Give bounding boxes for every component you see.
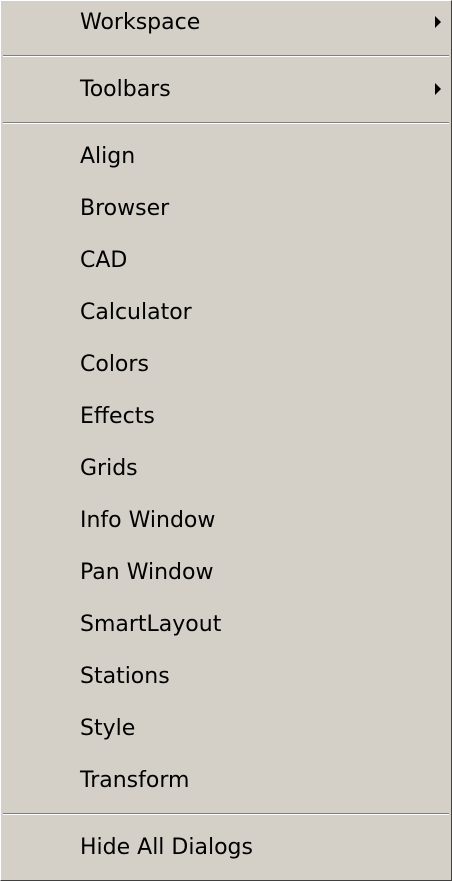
menu-separator [3,55,449,57]
menu-separator [3,122,449,124]
menu-item-info-window[interactable]: Info Window [1,495,451,547]
menu-item-label: Browser [80,196,170,221]
menu-item-label: CAD [80,248,128,273]
menu-item-cad[interactable]: CAD [1,235,451,287]
menu-item-label: Effects [80,404,155,429]
menu-item-label: Stations [80,664,170,689]
menu-item-label: Grids [80,456,138,481]
menu-item-stations[interactable]: Stations [1,651,451,703]
menu-item-label: Calculator [80,300,192,325]
context-menu: Workspace Toolbars Align Browser CAD Cal… [0,0,452,881]
submenu-arrow-icon [435,83,441,95]
menu-item-smartlayout[interactable]: SmartLayout [1,599,451,651]
menu-item-toolbars[interactable]: Toolbars [1,64,451,116]
menu-item-label: Pan Window [80,560,214,585]
menu-item-label: Transform [80,768,190,793]
menu-item-label: SmartLayout [80,612,222,637]
menu-item-effects[interactable]: Effects [1,391,451,443]
menu-item-label: Align [80,144,136,169]
menu-item-label: Workspace [80,10,201,35]
menu-item-label: Hide All Dialogs [80,835,253,860]
menu-item-label: Colors [80,352,149,377]
menu-item-calculator[interactable]: Calculator [1,287,451,339]
menu-item-style[interactable]: Style [1,703,451,755]
submenu-arrow-icon [435,16,441,28]
menu-item-colors[interactable]: Colors [1,339,451,391]
menu-item-browser[interactable]: Browser [1,183,451,235]
menu-item-hide-all-dialogs[interactable]: Hide All Dialogs [1,822,451,874]
menu-item-transform[interactable]: Transform [1,755,451,807]
menu-item-workspace[interactable]: Workspace [1,0,451,49]
menu-item-label: Style [80,716,136,741]
menu-item-label: Info Window [80,508,216,533]
menu-item-align[interactable]: Align [1,131,451,183]
menu-separator [3,813,449,815]
menu-item-label: Toolbars [80,77,171,102]
menu-item-grids[interactable]: Grids [1,443,451,495]
menu-item-pan-window[interactable]: Pan Window [1,547,451,599]
